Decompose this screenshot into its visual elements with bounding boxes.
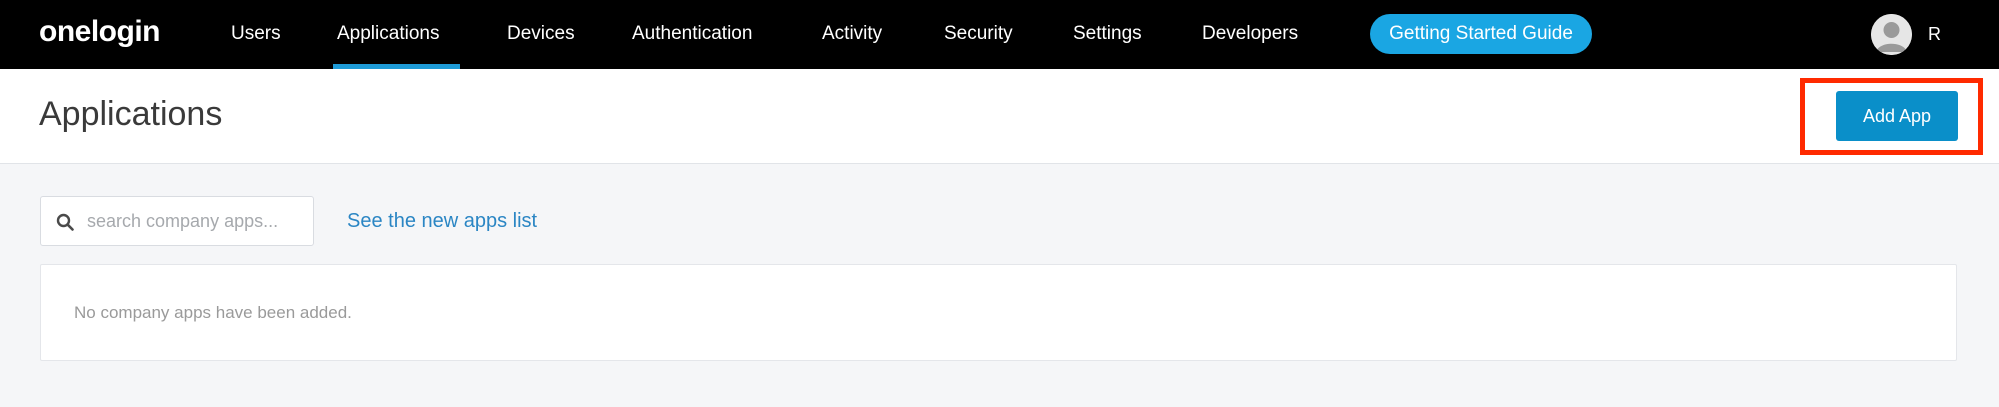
avatar-silhouette-icon [1871, 14, 1912, 55]
see-new-apps-list-link[interactable]: See the new apps list [347, 209, 537, 233]
nav-item-security[interactable]: Security [944, 22, 1013, 46]
top-navigation-bar: onelogin Users Applications Devices Auth… [0, 0, 1999, 69]
nav-item-devices[interactable]: Devices [507, 22, 575, 46]
user-avatar-icon[interactable] [1871, 14, 1912, 55]
getting-started-guide-button[interactable]: Getting Started Guide [1370, 14, 1592, 54]
nav-item-authentication[interactable]: Authentication [632, 22, 752, 46]
onelogin-logo[interactable]: onelogin [39, 14, 160, 50]
nav-item-applications[interactable]: Applications [337, 22, 439, 46]
nav-item-users[interactable]: Users [231, 22, 281, 46]
search-input[interactable] [85, 197, 307, 245]
search-field[interactable] [40, 196, 314, 246]
nav-item-developers[interactable]: Developers [1202, 22, 1298, 46]
nav-item-activity[interactable]: Activity [822, 22, 882, 46]
add-app-button[interactable]: Add App [1836, 91, 1958, 141]
page-header: Applications Add App [0, 69, 1999, 164]
user-initial[interactable]: R [1928, 23, 1941, 45]
page-title: Applications [39, 95, 223, 133]
search-icon [56, 213, 74, 231]
company-apps-list: No company apps have been added. [40, 264, 1957, 361]
empty-state-message: No company apps have been added. [74, 303, 352, 322]
nav-item-settings[interactable]: Settings [1073, 22, 1142, 46]
